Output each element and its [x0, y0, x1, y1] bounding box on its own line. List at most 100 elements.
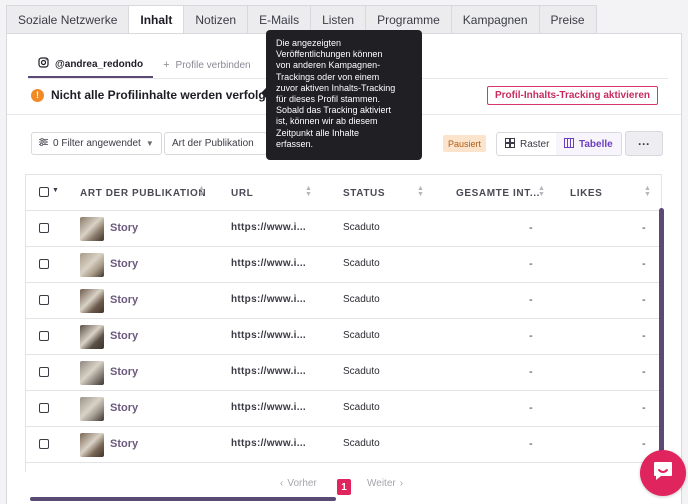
- tooltip-line: ist, können wir ab diesem: [276, 116, 378, 127]
- publication-url[interactable]: https://www.i...: [231, 366, 306, 377]
- paused-badge: Pausiert: [443, 135, 487, 152]
- tooltip-line: Sobald das Tracking aktiviert: [276, 105, 392, 116]
- profile-tab-andrea-redondo[interactable]: @andrea_redondo: [28, 52, 154, 78]
- chevron-down-icon[interactable]: ▼: [52, 187, 60, 194]
- row-checkbox[interactable]: [39, 403, 49, 413]
- publication-url[interactable]: https://www.i...: [231, 294, 306, 305]
- sort-icon[interactable]: ▲ ▼: [305, 185, 313, 198]
- publication-status: Scaduto: [343, 258, 380, 269]
- tab-inhalt[interactable]: Inhalt: [128, 5, 184, 34]
- grid-view-label: Raster: [520, 138, 550, 150]
- total-interactions: -: [529, 258, 533, 270]
- chat-support-button[interactable]: [640, 450, 686, 496]
- publication-type[interactable]: Story: [110, 330, 138, 342]
- grid-view-button[interactable]: Raster: [496, 132, 559, 156]
- likes-count: -: [642, 222, 646, 234]
- table-row[interactable]: Story https://www.i... Scaduto - -: [26, 319, 661, 355]
- tab-notizen[interactable]: Notizen: [183, 5, 248, 34]
- column-header-interactions[interactable]: GESAMTE INT...: [456, 175, 540, 211]
- grid-icon: [505, 137, 515, 151]
- next-label: Weiter: [367, 478, 396, 489]
- sort-icon[interactable]: ▲ ▼: [644, 185, 652, 198]
- publication-status: Scaduto: [343, 402, 380, 413]
- table-view-button[interactable]: Tabelle: [556, 132, 622, 156]
- current-page-button[interactable]: 1: [337, 479, 351, 495]
- chat-icon: [651, 459, 675, 488]
- table-row[interactable]: Story https://www.i... Scaduto - -: [26, 355, 661, 391]
- total-interactions: -: [529, 402, 533, 414]
- sort-icon[interactable]: ▲ ▼: [417, 185, 425, 198]
- publication-status: Scaduto: [343, 294, 380, 305]
- publication-type-dropdown[interactable]: Art der Publikation: [164, 132, 267, 155]
- publication-type[interactable]: Story: [110, 258, 138, 270]
- publication-type[interactable]: Story: [110, 402, 138, 414]
- tooltip-line: Trackings oder von einem: [276, 71, 380, 82]
- column-header-url[interactable]: URL: [231, 175, 253, 211]
- connect-profiles-tab[interactable]: + Profile verbinden: [153, 52, 260, 78]
- table-row[interactable]: Story https://www.i... Scaduto - -: [26, 211, 661, 247]
- column-header-type[interactable]: ART DER PUBLIKATION: [80, 175, 206, 211]
- tracking-warning: ! Nicht alle Profilinhalte werden verfol…: [31, 88, 288, 102]
- activate-tracking-button[interactable]: Profil-Inhalts-Tracking aktivieren: [487, 86, 658, 105]
- tab-kampagnen[interactable]: Kampagnen: [450, 5, 539, 34]
- row-checkbox[interactable]: [39, 331, 49, 341]
- publication-type[interactable]: Story: [110, 438, 138, 450]
- content-table: ▼ ART DER PUBLIKATION ▲ ▼ URL ▲ ▼ STATUS ▲…: [25, 174, 662, 472]
- horizontal-scrollbar[interactable]: [30, 497, 336, 501]
- column-header-status[interactable]: STATUS: [343, 175, 385, 211]
- previous-label: Vorher: [287, 478, 317, 489]
- publication-url[interactable]: https://www.i...: [231, 330, 306, 341]
- tooltip-line: erfassen.: [276, 138, 314, 149]
- publication-status: Scaduto: [343, 366, 380, 377]
- sort-icon[interactable]: ▲ ▼: [198, 185, 206, 198]
- tooltip-line: zuvor aktiven Inhalts-Tracking: [276, 82, 396, 93]
- row-checkbox[interactable]: [39, 223, 49, 233]
- more-options-button[interactable]: ···: [625, 131, 663, 156]
- row-checkbox[interactable]: [39, 439, 49, 449]
- warning-icon: !: [31, 88, 44, 102]
- table-row[interactable]: Story https://www.i... Scaduto - -: [26, 283, 661, 319]
- tooltip-line: Veröffentlichungen können: [276, 49, 383, 60]
- likes-count: -: [642, 294, 646, 306]
- table-header: ▼ ART DER PUBLIKATION ▲ ▼ URL ▲ ▼ STATUS ▲…: [26, 175, 661, 211]
- story-thumbnail[interactable]: [80, 433, 104, 457]
- chevron-left-icon: ‹: [280, 478, 284, 489]
- publication-url[interactable]: https://www.i...: [231, 222, 306, 233]
- table-view-label: Tabelle: [579, 138, 613, 150]
- publication-type[interactable]: Story: [110, 294, 138, 306]
- story-thumbnail[interactable]: [80, 217, 104, 241]
- table-row[interactable]: Story https://www.i... Scaduto - -: [26, 247, 661, 283]
- likes-count: -: [642, 330, 646, 342]
- story-thumbnail[interactable]: [80, 397, 104, 421]
- tab-preise[interactable]: Preise: [538, 5, 597, 34]
- filters-button[interactable]: 0 Filter angewendet ▼: [31, 132, 162, 155]
- column-header-likes[interactable]: LIKES: [570, 175, 602, 211]
- likes-count: -: [642, 258, 646, 270]
- vertical-scrollbar[interactable]: [659, 208, 664, 465]
- publication-url[interactable]: https://www.i...: [231, 258, 306, 269]
- next-page-button[interactable]: Weiter ›: [367, 478, 403, 489]
- table-row[interactable]: Story https://www.i... Scaduto - -: [26, 391, 661, 427]
- row-checkbox[interactable]: [39, 295, 49, 305]
- table-row[interactable]: Story https://www.i... Scaduto - -: [26, 427, 661, 463]
- sort-icon[interactable]: ▲ ▼: [538, 185, 546, 198]
- publication-status: Scaduto: [343, 330, 380, 341]
- story-thumbnail[interactable]: [80, 253, 104, 277]
- plus-icon: +: [163, 59, 170, 71]
- select-all-checkbox[interactable]: [39, 187, 49, 197]
- publication-url[interactable]: https://www.i...: [231, 438, 306, 449]
- publication-type[interactable]: Story: [110, 222, 138, 234]
- total-interactions: -: [529, 366, 533, 378]
- publication-url[interactable]: https://www.i...: [231, 402, 306, 413]
- story-thumbnail[interactable]: [80, 361, 104, 385]
- row-checkbox[interactable]: [39, 367, 49, 377]
- story-thumbnail[interactable]: [80, 325, 104, 349]
- previous-page-button[interactable]: ‹ Vorher: [280, 478, 317, 489]
- tracking-help-tooltip: Die angezeigten Veröffentlichungen können…: [261, 30, 422, 160]
- total-interactions: -: [529, 438, 533, 450]
- tab-soziale-netzwerke[interactable]: Soziale Netzwerke: [6, 5, 129, 34]
- publication-type[interactable]: Story: [110, 366, 138, 378]
- row-checkbox[interactable]: [39, 259, 49, 269]
- likes-count: -: [642, 366, 646, 378]
- story-thumbnail[interactable]: [80, 289, 104, 313]
